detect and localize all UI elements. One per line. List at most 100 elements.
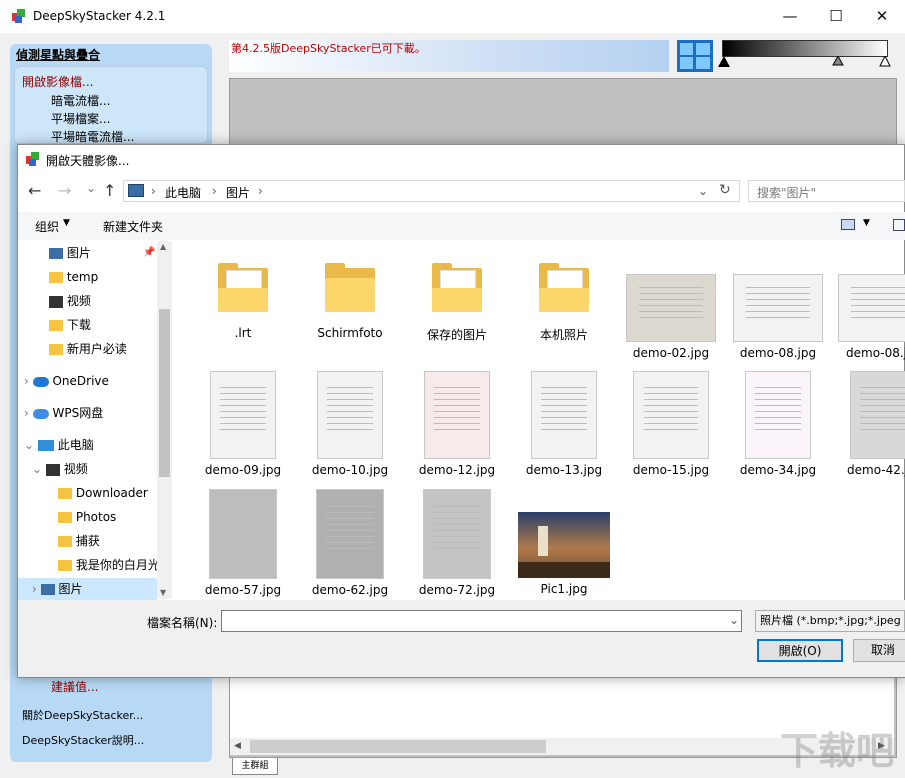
update-message[interactable]: 第4.2.5版DeepSkyStacker已可下載。 xyxy=(231,40,426,56)
refresh-icon[interactable]: ↻ xyxy=(719,182,731,198)
file-item[interactable]: demo-02.jpg xyxy=(618,250,724,368)
file-item[interactable]: .lrt xyxy=(190,250,296,368)
file-item[interactable]: demo-42.jpg xyxy=(832,368,905,486)
recommended-settings-link[interactable]: 建議值... xyxy=(51,678,98,695)
file-item[interactable]: demo-57.jpg xyxy=(190,487,296,605)
scroll-left-icon[interactable]: ◀ xyxy=(234,741,241,751)
nav-item-photos[interactable]: Photos xyxy=(58,506,116,528)
file-item[interactable]: demo-72.jpg xyxy=(404,487,510,605)
black-point-slider-icon[interactable] xyxy=(718,56,730,68)
help-link[interactable]: DeepSkyStacker說明... xyxy=(22,732,144,748)
image-thumbnail xyxy=(626,274,716,342)
mid-point-slider-icon[interactable] xyxy=(832,54,844,68)
nav-item-pictures-pc[interactable]: › 图片 xyxy=(18,578,157,600)
image-thumbnail xyxy=(850,371,905,459)
folder-icon xyxy=(58,512,72,523)
maximize-button[interactable]: ☐ xyxy=(813,0,859,33)
nav-scrollbar-thumb[interactable] xyxy=(159,309,170,477)
file-item[interactable]: Schirmfoto xyxy=(297,250,403,368)
file-item[interactable]: 保存的图片 xyxy=(404,250,510,368)
file-item[interactable]: demo-08.jpg xyxy=(725,250,831,368)
folder-icon xyxy=(49,272,63,283)
expand-icon[interactable]: › xyxy=(24,374,29,388)
image-thumbnail xyxy=(210,371,276,459)
nav-scroll-down-icon[interactable]: ▼ xyxy=(160,588,166,597)
windows-logo-icon[interactable] xyxy=(677,40,713,72)
nav-item-temp[interactable]: temp xyxy=(49,266,98,288)
file-item[interactable]: demo-15.jpg xyxy=(618,368,724,486)
folder-icon xyxy=(49,344,63,355)
folder-icon xyxy=(58,488,72,499)
nav-item-video[interactable]: 视频 xyxy=(49,290,91,312)
breadcrumb-this-pc[interactable]: 此电脑 xyxy=(165,184,201,201)
collapse-icon[interactable]: ⌄ xyxy=(24,438,34,452)
view-mode-icon[interactable] xyxy=(841,219,855,230)
view-dropdown-icon[interactable]: ▼ xyxy=(863,218,870,228)
pin-icon[interactable]: 📌 xyxy=(143,247,155,258)
nav-item-downloader[interactable]: Downloader xyxy=(58,482,148,504)
filename-dropdown-icon[interactable]: ⌄ xyxy=(729,613,739,627)
flat-frames-link[interactable]: 平場檔案... xyxy=(51,110,110,127)
file-item[interactable]: demo-08.jpg xyxy=(832,250,905,368)
tab-main-group[interactable]: 主群組 xyxy=(232,758,278,775)
folder-icon xyxy=(539,263,589,312)
image-thumbnail xyxy=(633,371,709,459)
histogram-gradient[interactable] xyxy=(722,40,888,57)
dialog-title: 開啟天體影像... xyxy=(46,154,130,168)
close-button[interactable]: ✕ xyxy=(859,0,905,33)
nav-item-video-pc[interactable]: ⌄ 视频 xyxy=(32,458,88,480)
organize-dropdown-icon[interactable]: ▼ xyxy=(63,218,70,228)
recent-locations-button[interactable]: ⌄ xyxy=(86,181,96,195)
preview-pane-icon[interactable] xyxy=(893,219,905,231)
nav-item-this-pc[interactable]: ⌄ 此电脑 xyxy=(24,434,94,456)
address-dropdown-icon[interactable]: ⌄ xyxy=(698,184,708,198)
dark-flat-frames-link[interactable]: 平場暗電流檔... xyxy=(51,128,134,145)
file-item[interactable]: demo-09.jpg xyxy=(190,368,296,486)
expand-icon[interactable]: › xyxy=(32,582,37,596)
minimize-button[interactable]: — xyxy=(767,0,813,33)
file-item[interactable]: demo-10.jpg xyxy=(297,368,403,486)
filename-label: 檔案名稱(N): xyxy=(147,616,218,630)
dark-frames-link[interactable]: 暗電流檔... xyxy=(51,92,110,109)
file-item[interactable]: demo-13.jpg xyxy=(511,368,617,486)
white-point-slider-icon[interactable] xyxy=(879,54,891,68)
folder-icon xyxy=(218,263,268,312)
nav-item-wps[interactable]: › WPS网盘 xyxy=(24,402,103,424)
scrollbar-thumb[interactable] xyxy=(250,740,546,753)
open-button[interactable]: 開啟(O) xyxy=(757,639,843,662)
filename-input[interactable] xyxy=(221,610,742,632)
back-button[interactable]: ← xyxy=(28,181,41,200)
image-thumbnail xyxy=(424,371,490,459)
nav-item-new-user[interactable]: 新用户必读 xyxy=(49,338,127,360)
video-icon xyxy=(49,295,63,308)
video-icon xyxy=(45,463,60,476)
file-item[interactable]: Pic1.jpg xyxy=(511,487,617,605)
nav-item-capture[interactable]: 捕获 xyxy=(58,530,100,552)
nav-item-moonlight[interactable]: 我是你的白月光 xyxy=(58,554,157,576)
cancel-button[interactable]: 取消 xyxy=(853,639,905,662)
breadcrumb-pictures[interactable]: 图片 xyxy=(226,184,250,201)
file-item[interactable]: demo-12.jpg xyxy=(404,368,510,486)
forward-button[interactable]: → xyxy=(58,181,71,200)
collapse-icon[interactable]: ⌄ xyxy=(32,462,42,476)
image-thumbnail xyxy=(745,371,811,459)
nav-item-onedrive[interactable]: › OneDrive xyxy=(24,370,109,392)
file-item[interactable]: 本机照片 xyxy=(511,250,617,368)
image-thumbnail xyxy=(423,489,491,579)
file-item[interactable]: demo-62.jpg xyxy=(297,487,403,605)
file-type-select[interactable]: 照片檔 (*.bmp;*.jpg;*.jpeg xyxy=(755,610,905,632)
new-folder-button[interactable]: 新建文件夹 xyxy=(103,218,163,235)
nav-scroll-up-icon[interactable]: ▲ xyxy=(160,242,166,251)
nav-item-downloads[interactable]: 下载 xyxy=(49,314,91,336)
open-images-link[interactable]: 開啟影像檔... xyxy=(22,73,93,90)
folder-icon xyxy=(58,560,72,571)
file-item[interactable]: demo-34.jpg xyxy=(725,368,831,486)
breadcrumb-separator-icon: › xyxy=(212,184,217,198)
about-link[interactable]: 關於DeepSkyStacker... xyxy=(22,707,143,723)
image-thumbnail xyxy=(209,489,277,579)
folder-icon xyxy=(49,320,63,331)
up-button[interactable]: ↑ xyxy=(103,181,116,200)
nav-item-pictures[interactable]: 图片 xyxy=(49,242,91,264)
organize-button[interactable]: 组织 xyxy=(35,218,59,235)
expand-icon[interactable]: › xyxy=(24,406,29,420)
